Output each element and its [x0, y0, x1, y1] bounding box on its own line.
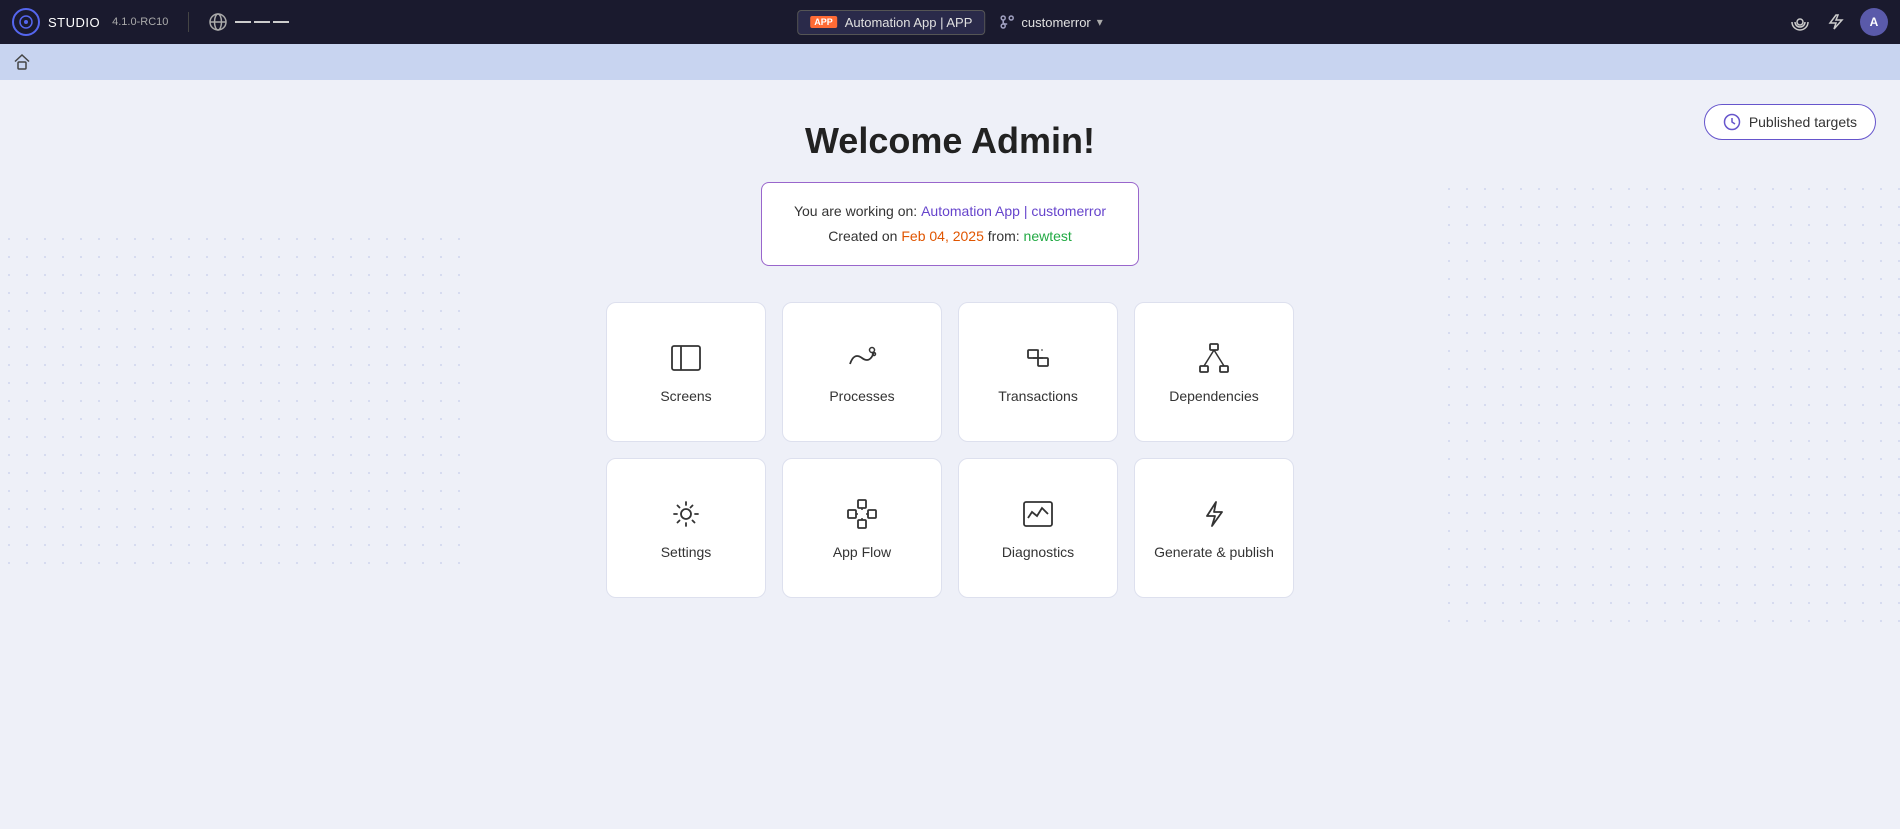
dependencies-icon: [1196, 340, 1232, 376]
screens-card[interactable]: Screens: [606, 302, 766, 442]
nav-divider: [188, 12, 189, 32]
diagnostics-card[interactable]: Diagnostics: [958, 458, 1118, 598]
version-label: 4.1.0-RC10: [112, 16, 168, 28]
app-tab[interactable]: APP Automation App | APP: [797, 10, 985, 35]
main-content: Published targets Welcome Admin! You are…: [0, 80, 1900, 829]
working-on-label: You are working on:: [794, 203, 917, 219]
diagnostics-icon: [1020, 496, 1056, 532]
processes-label: Processes: [829, 388, 894, 404]
created-label: Created on: [828, 228, 897, 244]
generate-publish-card[interactable]: Generate & publish: [1134, 458, 1294, 598]
app-tab-badge: APP: [810, 16, 837, 28]
dependencies-label: Dependencies: [1169, 388, 1259, 404]
created-date: Feb 04, 2025: [901, 228, 984, 244]
app-tab-label: Automation App | APP: [845, 15, 973, 30]
broadcast-button[interactable]: [1790, 12, 1810, 32]
hamburger-line: [235, 21, 251, 23]
avatar-button[interactable]: A: [1860, 8, 1888, 36]
navbar-center: APP Automation App | APP customerror ▾: [797, 10, 1103, 35]
transactions-card[interactable]: Transactions: [958, 302, 1118, 442]
studio-logo: [12, 8, 40, 36]
branch-name-label: customerror: [1021, 15, 1090, 30]
processes-card[interactable]: Processes: [782, 302, 942, 442]
screens-label: Screens: [660, 388, 711, 404]
working-on-box: You are working on: Automation App | cus…: [761, 182, 1139, 266]
hamburger-line: [254, 21, 270, 23]
globe-icon: [209, 13, 227, 31]
hamburger-line: [273, 21, 289, 23]
app-link[interactable]: Automation App | customerror: [921, 203, 1106, 219]
settings-label: Settings: [661, 544, 712, 560]
settings-card[interactable]: Settings: [606, 458, 766, 598]
hamburger-button[interactable]: [235, 19, 289, 25]
settings-icon: [668, 496, 704, 532]
broadcast-icon: [1790, 12, 1810, 32]
center-content: Welcome Admin! You are working on: Autom…: [0, 80, 1900, 598]
home-icon: [12, 52, 32, 72]
studio-label: STUDIO: [48, 15, 100, 30]
top-navbar: STUDIO 4.1.0-RC10 APP Automation App | A…: [0, 0, 1900, 44]
working-on-line1: You are working on: Automation App | cus…: [794, 199, 1106, 224]
working-on-line2: Created on Feb 04, 2025 from: newtest: [794, 224, 1106, 249]
lightning-button[interactable]: [1826, 13, 1844, 31]
home-button[interactable]: [12, 52, 32, 72]
transactions-label: Transactions: [998, 388, 1078, 404]
dependencies-card[interactable]: Dependencies: [1134, 302, 1294, 442]
branch-icon: [999, 14, 1015, 30]
screens-icon: [668, 340, 704, 376]
generate-label: Generate & publish: [1154, 544, 1274, 560]
from-label: from:: [988, 228, 1020, 244]
lightning-icon: [1826, 13, 1844, 31]
navbar-right: A: [1790, 8, 1888, 36]
branch-selector[interactable]: customerror ▾: [999, 14, 1102, 30]
appflow-card[interactable]: App Flow: [782, 458, 942, 598]
appflow-icon: [844, 496, 880, 532]
sub-navbar: [0, 44, 1900, 80]
diagnostics-label: Diagnostics: [1002, 544, 1074, 560]
appflow-label: App Flow: [833, 544, 891, 560]
cards-grid: Screens Processes Transacti: [606, 302, 1294, 598]
globe-button[interactable]: [209, 13, 227, 31]
processes-icon: [844, 340, 880, 376]
chevron-down-icon: ▾: [1097, 15, 1103, 29]
avatar-label: A: [1870, 15, 1879, 29]
branch-label: newtest: [1024, 228, 1072, 244]
navbar-left: STUDIO 4.1.0-RC10: [12, 8, 289, 36]
generate-icon: [1196, 496, 1232, 532]
transactions-icon: [1020, 340, 1056, 376]
welcome-title: Welcome Admin!: [805, 120, 1095, 162]
